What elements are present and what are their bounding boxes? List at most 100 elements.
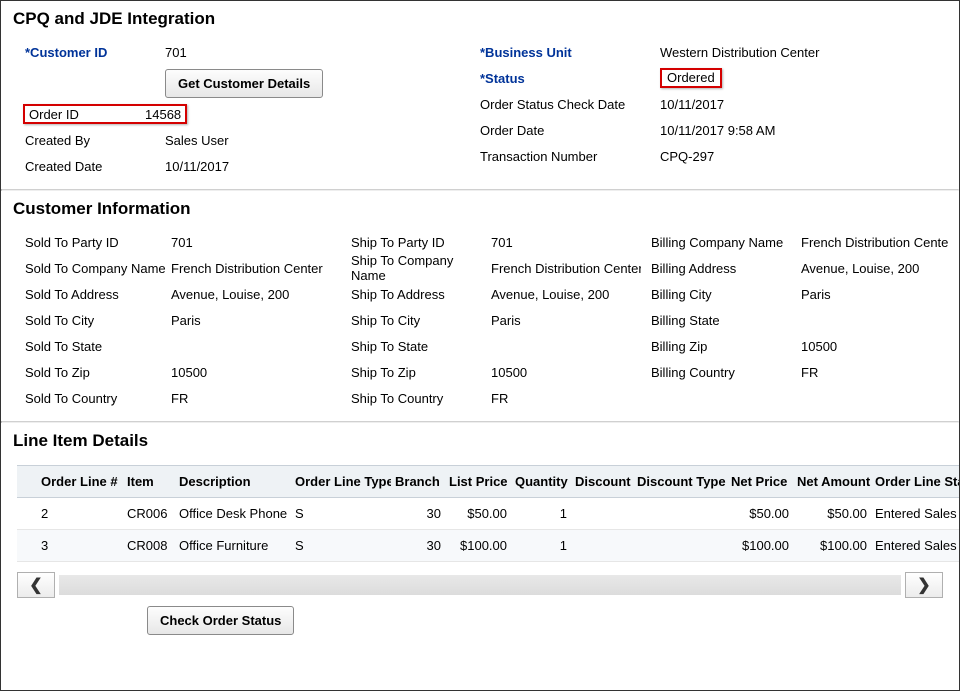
cell-discount	[571, 530, 633, 562]
scroll-left-button[interactable]: ❮	[17, 572, 55, 598]
order-id-highlight: Order ID 14568	[23, 104, 187, 124]
sold-party-id-label: Sold To Party ID	[11, 235, 171, 250]
status-check-date-value: 10/11/2017	[660, 97, 724, 112]
customer-info-section: Customer Information Sold To Party ID 70…	[1, 191, 959, 421]
sold-country-value: FR	[171, 391, 331, 406]
chevron-left-icon: ❮	[29, 575, 42, 595]
line-items-table-wrap: Order Line # Item Description Order Line…	[11, 465, 949, 562]
cell-quantity: 1	[511, 498, 571, 530]
cell-discount-type	[633, 498, 727, 530]
bill-company-value: French Distribution Center	[801, 235, 949, 250]
cell-order-line-type: S	[291, 498, 391, 530]
chevron-right-icon: ❯	[917, 575, 930, 595]
bill-addr-label: Billing Address	[641, 261, 801, 276]
sold-country-label: Sold To Country	[11, 391, 171, 406]
get-customer-details-button[interactable]: Get Customer Details	[165, 69, 323, 98]
sold-city-value: Paris	[171, 313, 331, 328]
cell-item: CR006	[123, 498, 175, 530]
line-items-section: Line Item Details	[1, 423, 959, 637]
transaction-number-value: CPQ-297	[660, 149, 714, 164]
th-branch[interactable]: Branch	[391, 466, 445, 498]
created-date-value: 10/11/2017	[165, 159, 229, 174]
header-columns: *Customer ID 701 Get Customer Details Or…	[11, 39, 949, 179]
cell-discount	[571, 498, 633, 530]
bill-addr-value: Avenue, Louise, 200	[801, 261, 949, 276]
bill-city-label: Billing City	[641, 287, 801, 302]
th-net-amount[interactable]: Net Amount	[793, 466, 871, 498]
header-section: CPQ and JDE Integration *Customer ID 701…	[1, 1, 959, 189]
line-items-table: Order Line # Item Description Order Line…	[17, 465, 960, 562]
cell-list-price: $50.00	[445, 498, 511, 530]
cell-description: Office Desk Phone	[175, 498, 291, 530]
business-unit-value: Western Distribution Center	[660, 45, 819, 60]
sold-zip-label: Sold To Zip	[11, 365, 171, 380]
sold-addr-value: Avenue, Louise, 200	[171, 287, 331, 302]
bill-company-label: Billing Company Name	[641, 235, 801, 250]
line-items-title: Line Item Details	[13, 431, 949, 451]
order-date-label: Order Date	[480, 123, 660, 138]
created-by-value: Sales User	[165, 133, 229, 148]
sold-addr-label: Sold To Address	[11, 287, 171, 302]
cell-item: CR008	[123, 530, 175, 562]
transaction-number-label: Transaction Number	[480, 149, 660, 164]
status-value: Ordered	[660, 68, 722, 88]
th-quantity[interactable]: Quantity	[511, 466, 571, 498]
table-header-row: Order Line # Item Description Order Line…	[17, 466, 960, 498]
sold-company-value: French Distribution Center	[171, 261, 331, 276]
ship-party-id-value: 701	[491, 235, 641, 250]
customer-id-label: *Customer ID	[25, 45, 165, 60]
ship-country-label: Ship To Country	[331, 391, 491, 406]
customer-id-value: 701	[165, 45, 187, 60]
sold-party-id-value: 701	[171, 235, 331, 250]
th-item[interactable]: Item	[123, 466, 175, 498]
created-date-label: Created Date	[25, 159, 165, 174]
cell-order-line-status: Entered Sales Order	[871, 530, 960, 562]
ship-company-label: Ship To Company Name	[331, 253, 491, 283]
cell-branch: 30	[391, 530, 445, 562]
cell-net-amount: $100.00	[793, 530, 871, 562]
th-net-price[interactable]: Net Price	[727, 466, 793, 498]
ship-state-label: Ship To State	[331, 339, 491, 354]
business-unit-label: *Business Unit	[480, 45, 660, 60]
cell-net-price: $100.00	[727, 530, 793, 562]
customer-info-title: Customer Information	[13, 199, 949, 219]
status-check-date-label: Order Status Check Date	[480, 97, 660, 112]
ship-zip-value: 10500	[491, 365, 641, 380]
bill-country-value: FR	[801, 365, 949, 380]
ship-country-value: FR	[491, 391, 641, 406]
scroll-track[interactable]	[59, 575, 901, 595]
order-id-label: Order ID	[29, 107, 145, 122]
ship-city-value: Paris	[491, 313, 641, 328]
ship-zip-label: Ship To Zip	[331, 365, 491, 380]
th-discount-type[interactable]: Discount Type	[633, 466, 727, 498]
sold-state-label: Sold To State	[11, 339, 171, 354]
order-id-value: 14568	[145, 107, 181, 122]
ship-addr-value: Avenue, Louise, 200	[491, 287, 641, 302]
th-order-line-status[interactable]: Order Line Status	[871, 466, 960, 498]
th-description[interactable]: Description	[175, 466, 291, 498]
order-date-value: 10/11/2017 9:58 AM	[660, 123, 775, 138]
th-order-line-type[interactable]: Order Line Type	[291, 466, 391, 498]
th-discount[interactable]: Discount	[571, 466, 633, 498]
bill-country-label: Billing Country	[641, 365, 801, 380]
check-order-status-button[interactable]: Check Order Status	[147, 606, 294, 635]
bill-state-label: Billing State	[641, 313, 801, 328]
cell-order-line-status: Entered Sales Order	[871, 498, 960, 530]
ship-city-label: Ship To City	[331, 313, 491, 328]
table-row[interactable]: 2 CR006 Office Desk Phone S 30 $50.00 1 …	[17, 498, 960, 530]
th-list-price[interactable]: List Price	[445, 466, 511, 498]
cell-description: Office Furniture	[175, 530, 291, 562]
status-label: *Status	[480, 71, 660, 86]
page-title: CPQ and JDE Integration	[13, 9, 949, 29]
cell-list-price: $100.00	[445, 530, 511, 562]
created-by-label: Created By	[25, 133, 165, 148]
table-row[interactable]: 3 CR008 Office Furniture S 30 $100.00 1 …	[17, 530, 960, 562]
ship-addr-label: Ship To Address	[331, 287, 491, 302]
th-order-line[interactable]: Order Line #	[37, 466, 123, 498]
cell-branch: 30	[391, 498, 445, 530]
cell-order-line: 2	[37, 498, 123, 530]
bill-city-value: Paris	[801, 287, 949, 302]
scroll-right-button[interactable]: ❯	[905, 572, 943, 598]
page-container: CPQ and JDE Integration *Customer ID 701…	[0, 0, 960, 691]
cell-net-price: $50.00	[727, 498, 793, 530]
